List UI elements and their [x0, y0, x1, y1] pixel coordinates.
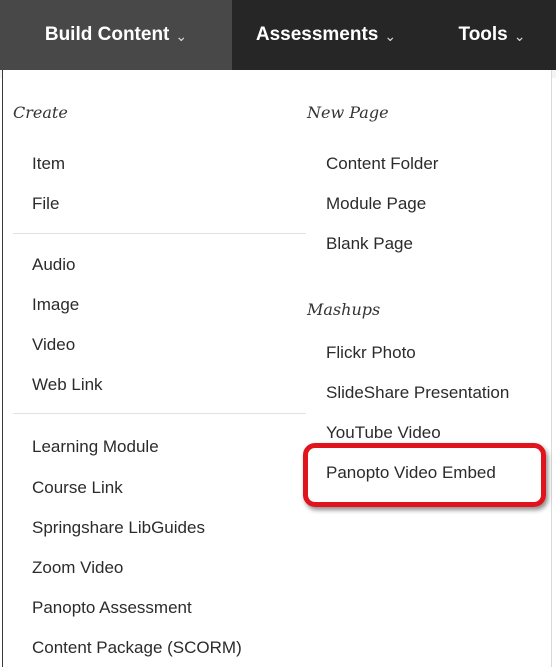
tab-tools[interactable]: Tools ⌄ [420, 0, 556, 70]
tab-label: Assessments [255, 24, 379, 45]
chevron-down-icon: ⌄ [513, 27, 526, 44]
menu-item-course-link[interactable]: Course Link [32, 478, 123, 498]
toolbar: Build Content ⌄ Assessments ⌄ Tools ⌄ [0, 0, 556, 78]
build-content-menu: Create Item File Audio Image Video Web L… [2, 70, 552, 667]
highlight-box [303, 443, 546, 507]
tab-build-content[interactable]: Build Content ⌄ [0, 0, 232, 70]
tab-label: Build Content [44, 24, 170, 45]
menu-item-content-package-scorm[interactable]: Content Package (SCORM) [32, 638, 242, 658]
menu-item-learning-module[interactable]: Learning Module [32, 437, 159, 457]
new-page-heading: New Page [307, 103, 389, 122]
tab-label: Tools [458, 24, 508, 45]
menu-item-zoom-video[interactable]: Zoom Video [32, 558, 123, 578]
menu-item-youtube-video[interactable]: YouTube Video [326, 423, 441, 443]
mashups-heading: Mashups [307, 300, 381, 319]
menu-item-item[interactable]: Item [32, 154, 65, 174]
menu-item-audio[interactable]: Audio [32, 255, 75, 275]
menu-item-file[interactable]: File [32, 194, 59, 214]
menu-item-slideshare-presentation[interactable]: SlideShare Presentation [326, 383, 509, 403]
divider [13, 413, 306, 414]
menu-item-blank-page[interactable]: Blank Page [326, 234, 413, 254]
menu-item-web-link[interactable]: Web Link [32, 375, 103, 395]
menu-item-content-folder[interactable]: Content Folder [326, 154, 438, 174]
menu-item-flickr-photo[interactable]: Flickr Photo [326, 343, 416, 363]
menu-item-module-page[interactable]: Module Page [326, 194, 426, 214]
chevron-down-icon: ⌄ [175, 27, 188, 44]
tab-assessments[interactable]: Assessments ⌄ [232, 0, 420, 70]
create-heading: Create [13, 103, 68, 122]
menu-item-video[interactable]: Video [32, 335, 75, 355]
divider [13, 233, 306, 234]
menu-item-panopto-assessment[interactable]: Panopto Assessment [32, 598, 192, 618]
menu-item-springshare-libguides[interactable]: Springshare LibGuides [32, 518, 205, 538]
chevron-down-icon: ⌄ [384, 27, 397, 44]
menu-item-image[interactable]: Image [32, 295, 79, 315]
